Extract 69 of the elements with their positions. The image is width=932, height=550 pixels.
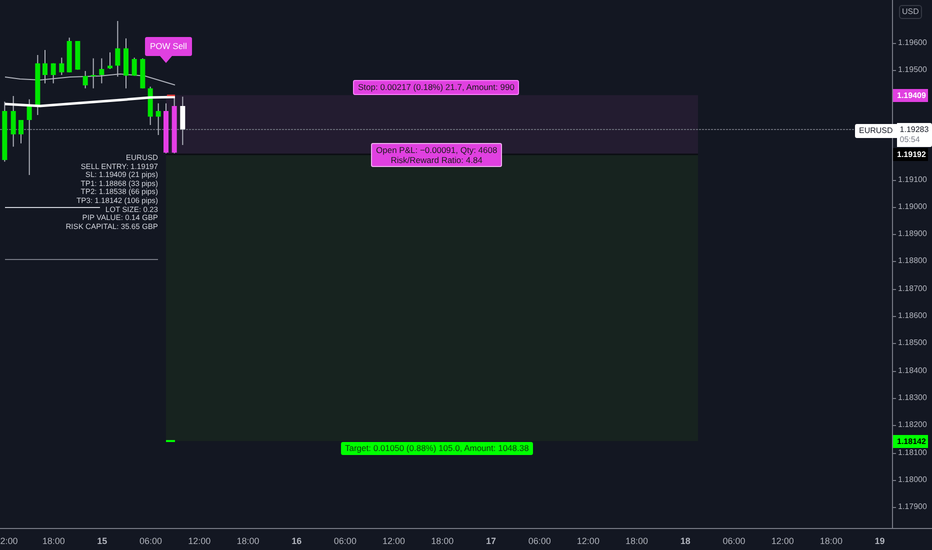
candlestick (35, 54, 40, 116)
time-tick-label: 2:00 (0, 536, 18, 546)
candlestick (115, 20, 120, 78)
stop-marker (167, 94, 175, 96)
candlestick (18, 120, 24, 144)
price-label: 1.18142 (893, 434, 928, 448)
time-tick-label: 19 (874, 536, 885, 546)
candlestick (108, 52, 112, 70)
price-tick-label: 1.19500 (893, 65, 927, 76)
pointer-icon (160, 56, 172, 63)
time-tick-label: 16 (292, 536, 302, 546)
candlestick (99, 58, 104, 84)
target-label: Target: 0.01050 (0.88%) 105.0, Amount: 1048.38 (341, 442, 533, 456)
candlestick (59, 57, 64, 76)
price-tick-label: 1.18800 (893, 256, 927, 266)
price-tick-label: 1.18600 (893, 311, 927, 321)
time-tick-label: 18:00 (42, 536, 65, 546)
price-tick-label: 1.17900 (893, 502, 927, 512)
candlestick (148, 86, 153, 126)
price-tick-label: 1.18200 (893, 420, 927, 430)
price-label: 1.19409 (893, 88, 928, 102)
target-marker (166, 440, 175, 442)
time-tick-label: 12:00 (771, 536, 794, 546)
pnl-label: Open P&L: −0.00091, Qty: 4608 Risk/Reward Ratio: 4.84 (371, 143, 502, 168)
candlestick (42, 50, 48, 84)
price-tick-label: 1.19600 (893, 38, 927, 48)
price-tick-label: 1.18100 (893, 448, 927, 458)
candlestick (140, 58, 146, 89)
time-tick-label: 18:00 (626, 536, 648, 546)
candlestick (10, 96, 16, 148)
last-price-value: 1.19283 (900, 124, 929, 135)
time-tick-label: 18:00 (431, 536, 454, 546)
time-tick-label: 18:00 (820, 536, 842, 546)
candlestick (124, 38, 128, 89)
price-tick-label: 1.18700 (893, 284, 927, 294)
candlestick (156, 102, 161, 136)
price-tick-label: 1.19000 (893, 202, 927, 212)
time-tick-label: 17 (486, 536, 496, 546)
symbol-label: EURUSD (855, 124, 897, 138)
price-tick-label: 1.18900 (893, 229, 927, 240)
candlestick (50, 62, 56, 84)
countdown-label: 05:54 (900, 134, 921, 145)
candlestick (2, 101, 8, 162)
price-label: 1.19192 (893, 148, 928, 161)
candlestick (82, 70, 88, 89)
candlestick (180, 96, 186, 146)
candlestick (132, 57, 137, 76)
candlestick (75, 40, 80, 70)
time-tick-label: 12:00 (188, 536, 211, 546)
price-tick-label: 1.18300 (893, 392, 927, 403)
time-tick-label: 06:00 (334, 536, 356, 546)
time-tick-label: 18:00 (236, 536, 260, 546)
candlestick (164, 102, 168, 154)
currency-badge[interactable]: USD (899, 5, 922, 19)
candlestick (172, 96, 177, 154)
price-tick-label: 1.18400 (893, 366, 927, 376)
price-tick-label: 1.19100 (893, 174, 927, 184)
candlestick (90, 58, 96, 89)
price-tick-label: 1.18500 (893, 338, 927, 348)
time-tick-label: 06:00 (528, 536, 551, 546)
candlestick (66, 37, 72, 73)
time-tick-label: 06:00 (722, 536, 746, 546)
time-tick-label: 12:00 (382, 536, 406, 546)
time-tick-label: 15 (97, 536, 108, 546)
time-tick-label: 18 (680, 536, 690, 546)
time-tick-label: 12:00 (576, 536, 600, 546)
price-tick-label: 1.18000 (893, 474, 927, 485)
stop-label: Stop: 0.00217 (0.18%) 21.7, Amount: 990 (353, 80, 520, 96)
time-tick-label: 06:00 (140, 536, 162, 546)
